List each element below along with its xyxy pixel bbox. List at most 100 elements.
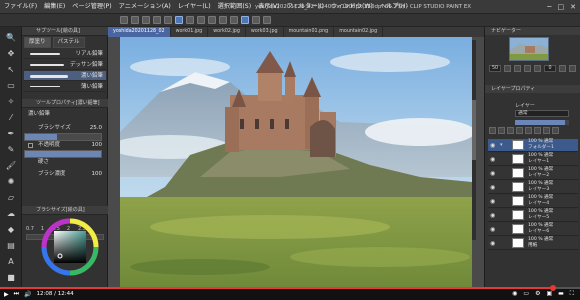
brush-item[interactable]: 薄い鉛筆 [24, 82, 106, 92]
navigator-thumbnail[interactable] [509, 37, 549, 61]
pen-tool-icon[interactable]: ✒ [4, 127, 18, 139]
brush-item[interactable]: デッサン鉛筆 [24, 60, 106, 70]
eyedropper-icon[interactable]: ⁄ [4, 111, 18, 123]
fit-icon[interactable] [524, 65, 531, 72]
new-icon[interactable] [120, 16, 128, 24]
ruler-icon[interactable] [230, 16, 238, 24]
layer-row[interactable]: ◉ 100 % 通常 レイヤー4 [488, 195, 578, 208]
eye-icon[interactable]: ◉ [490, 226, 495, 233]
snap-icon[interactable] [175, 16, 183, 24]
rotate-right-icon[interactable] [569, 65, 576, 72]
autoplay-icon[interactable]: ◉ [512, 290, 517, 298]
rotate-icon[interactable] [263, 16, 271, 24]
next-icon[interactable]: ⏭ [14, 290, 19, 298]
zoom-tool-icon[interactable]: 🔍 [4, 31, 18, 43]
layer-row[interactable]: ◉ 100 % 通常 レイヤー5 [488, 209, 578, 222]
video-progress[interactable] [0, 285, 580, 291]
brush-size-slider[interactable] [24, 133, 102, 141]
new-folder-icon[interactable] [498, 127, 505, 134]
opacity-slider[interactable] [24, 150, 102, 158]
eye-icon[interactable]: ◉ [490, 170, 495, 177]
menu-page[interactable]: ページ管理(P) [72, 1, 111, 13]
layer-folder-row[interactable]: ◉ ▾ 100 % 通常 フォルダー1 [488, 139, 578, 152]
maximize-button[interactable]: □ [558, 2, 565, 12]
folder-icon[interactable]: ▾ [500, 142, 503, 148]
flip-icon[interactable] [252, 16, 260, 24]
close-button[interactable]: ✕ [570, 2, 576, 12]
invert-icon[interactable] [219, 16, 227, 24]
pencil-tool-icon[interactable]: ✎ [4, 143, 18, 155]
airbrush-icon[interactable]: ✺ [4, 175, 18, 187]
menu-animation[interactable]: アニメーション(A) [119, 1, 171, 13]
canvas-tab[interactable]: work01.jpg [171, 27, 209, 37]
layer-row[interactable]: ◉ 100 % 通常 レイヤー2 [488, 167, 578, 180]
eye-icon[interactable]: ◉ [490, 198, 495, 205]
undo-icon[interactable] [153, 16, 161, 24]
captions-icon[interactable]: ▭ [523, 290, 529, 298]
merge-icon[interactable] [543, 127, 550, 134]
auto-select-icon[interactable]: ✧ [4, 95, 18, 107]
rotate-left-icon[interactable] [559, 65, 566, 72]
clip-icon[interactable] [516, 127, 523, 134]
reference-icon[interactable] [525, 127, 532, 134]
transform-icon[interactable] [197, 16, 205, 24]
lock-icon[interactable] [507, 127, 514, 134]
eye-icon[interactable]: ◉ [490, 142, 495, 149]
brush-tool-icon[interactable]: 🖌 [4, 159, 18, 171]
layer-row[interactable]: ◉ 100 % 通常 レイヤー3 [488, 181, 578, 194]
move-tool-icon[interactable]: ✥ [4, 47, 18, 59]
text-tool-icon[interactable]: A [4, 255, 18, 267]
redo-icon[interactable] [164, 16, 172, 24]
opacity-checkbox[interactable] [28, 143, 33, 148]
mask-icon[interactable] [534, 127, 541, 134]
gradient-icon[interactable]: ▤ [4, 239, 18, 251]
menu-layer[interactable]: レイヤー(L) [178, 1, 211, 13]
miniplayer-icon[interactable]: ▣ [546, 290, 552, 298]
tab-pastel[interactable]: パステル [52, 37, 85, 48]
settings-icon[interactable]: ⚙ [535, 290, 540, 298]
minimize-button[interactable]: ─ [547, 2, 551, 12]
eye-icon[interactable]: ◉ [490, 240, 495, 247]
theater-icon[interactable]: ▬ [558, 290, 564, 298]
trash-icon[interactable] [552, 127, 559, 134]
zoom-in-icon[interactable] [514, 65, 521, 72]
clear-icon[interactable] [186, 16, 194, 24]
volume-icon[interactable]: 🔊 [24, 291, 31, 298]
zoom-out-icon[interactable] [504, 65, 511, 72]
canvas-scrollbar[interactable] [472, 40, 476, 240]
blend-mode-select[interactable]: 通常 [515, 110, 569, 117]
save-icon[interactable] [142, 16, 150, 24]
canvas-tab[interactable]: work03.jpg [246, 27, 284, 37]
brush-item-selected[interactable]: 濃い鉛筆 [24, 71, 106, 81]
play-icon[interactable]: ▶ [4, 291, 9, 298]
blend-tool-icon[interactable]: ☁ [4, 207, 18, 219]
painting-canvas[interactable] [120, 37, 472, 287]
zoom-field[interactable]: 50 [489, 65, 501, 72]
new-layer-icon[interactable] [489, 127, 496, 134]
fill-tool-icon[interactable]: ◆ [4, 223, 18, 235]
rotate-field[interactable]: 0 [544, 65, 556, 72]
eye-icon[interactable]: ◉ [490, 184, 495, 191]
deselect-icon[interactable] [208, 16, 216, 24]
eraser-icon[interactable]: ▱ [4, 191, 18, 203]
color-wheel[interactable] [32, 214, 110, 276]
menu-file[interactable]: ファイル(F) [4, 1, 37, 13]
open-icon[interactable] [131, 16, 139, 24]
tab-impasto[interactable]: 厚塗り [24, 37, 51, 48]
layer-row[interactable]: ◉ 100 % 通常 レイヤー6 [488, 223, 578, 236]
actual-size-icon[interactable] [534, 65, 541, 72]
layer-opacity-slider[interactable] [515, 120, 569, 125]
brush-item[interactable]: リアル鉛筆 [24, 49, 106, 59]
menu-edit[interactable]: 編集(E) [44, 1, 65, 13]
menu-selection[interactable]: 選択範囲(S) [218, 1, 252, 13]
canvas-tab[interactable]: mountain01.png [284, 27, 335, 37]
canvas-tab[interactable]: work02.jpg [208, 27, 246, 37]
eye-icon[interactable]: ◉ [490, 212, 495, 219]
scroll-thumb[interactable] [472, 100, 476, 160]
canvas-tab[interactable]: yoshida20201128_02 [108, 27, 171, 37]
layer-row[interactable]: ◉ 100 % 通常 用紙 [488, 237, 578, 250]
canvas-tab[interactable]: mountain02.jpg [334, 27, 384, 37]
color-swatch-icon[interactable]: ■ [4, 271, 18, 283]
selection-tool-icon[interactable]: ▭ [4, 79, 18, 91]
layer-row[interactable]: ◉ 100 % 通常 レイヤー1 [488, 153, 578, 166]
